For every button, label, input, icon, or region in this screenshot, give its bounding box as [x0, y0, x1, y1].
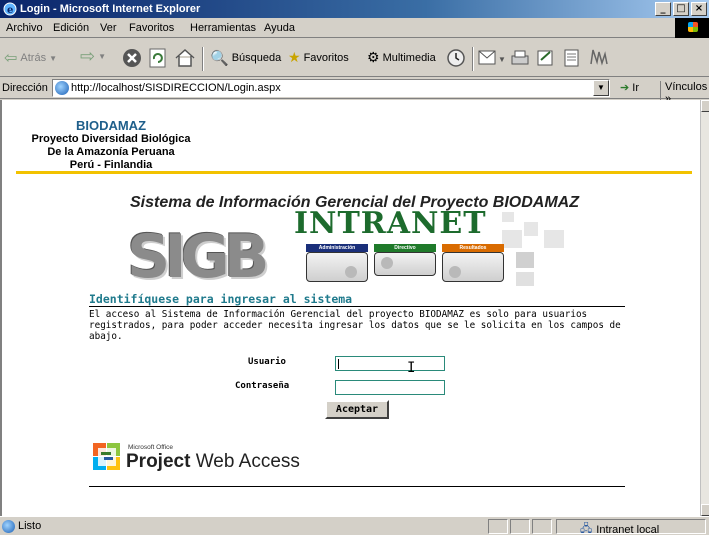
edit-icon[interactable]: [536, 48, 556, 68]
menu-ver[interactable]: Ver: [100, 22, 117, 34]
module-box-directivo[interactable]: [374, 252, 436, 276]
org-line-2: De la Amazonía Peruana: [47, 146, 175, 158]
module-tab-directivo[interactable]: Directivo: [374, 244, 436, 252]
address-input[interactable]: http://localhost/SISDIRECCION/Login.aspx…: [52, 79, 610, 97]
svg-text:e: e: [7, 5, 13, 16]
menu-herramientas[interactable]: Herramientas: [190, 22, 256, 34]
menu-edicion[interactable]: Edición: [53, 22, 89, 34]
status-text: Listo: [18, 520, 42, 532]
org-line-1: Proyecto Diversidad Biológica: [31, 133, 191, 145]
forward-arrow-icon: ⇨: [80, 46, 96, 66]
search-icon: 🔍: [210, 50, 229, 67]
print-icon[interactable]: [510, 48, 530, 68]
text-caret: [338, 359, 339, 369]
close-button[interactable]: ×: [691, 2, 707, 16]
title-bar: e Login - Microsoft Internet Explorer _ …: [0, 0, 709, 18]
chevron-down-icon: ▼: [98, 52, 107, 61]
pwa-rest-text: Web Access: [190, 451, 300, 472]
discuss-icon[interactable]: [562, 48, 582, 68]
mail-icon[interactable]: ▼: [478, 48, 506, 68]
minimize-button[interactable]: _: [655, 2, 671, 16]
go-button[interactable]: ➔ Ir: [620, 81, 639, 94]
media-label: Multimedia: [382, 51, 436, 64]
pwa-small-text: Microsoft Office: [128, 444, 174, 451]
menu-archivo[interactable]: Archivo: [6, 22, 43, 34]
toolbar: ⇦ Atrás ▼ ⇨ ▼ 🔍 Búsqueda ★ Favoritos ⚙ M…: [0, 39, 709, 77]
search-label: Búsqueda: [231, 52, 282, 64]
svg-text:▼: ▼: [498, 55, 506, 64]
project-web-access-logo: Microsoft Office Project Web Access: [92, 440, 322, 476]
pwa-main-text: Project Web Access: [126, 451, 300, 473]
login-heading-rule: [89, 306, 625, 307]
module-tab-admin[interactable]: Administración: [306, 244, 368, 252]
menu-ayuda[interactable]: Ayuda: [264, 22, 295, 34]
address-url: http://localhost/SISDIRECCION/Login.aspx: [71, 82, 281, 94]
address-label: Dirección: [2, 82, 48, 94]
window-title: Login - Microsoft Internet Explorer: [20, 3, 201, 15]
sigb-logo-text: SIGB: [127, 222, 270, 292]
address-bar: Dirección http://localhost/SISDIRECCION/…: [0, 77, 709, 105]
intranet-zone-icon: 🖧: [580, 523, 593, 535]
search-button[interactable]: 🔍 Búsqueda: [210, 49, 281, 67]
back-label: Atrás: [20, 52, 47, 64]
scroll-down-icon[interactable]: [701, 504, 709, 516]
stop-icon[interactable]: [122, 48, 142, 68]
org-brand: BIODAMAZ: [75, 118, 147, 133]
favorites-label: Favoritos: [303, 51, 349, 64]
favorites-button[interactable]: ★ Favoritos: [288, 49, 349, 66]
security-zone: 🖧 Intranet local: [580, 520, 659, 535]
ie-icon: e: [3, 2, 17, 16]
module-tab-resultados[interactable]: Resultados: [442, 244, 504, 252]
browser-window: e Login - Microsoft Internet Explorer _ …: [0, 0, 709, 535]
org-header: BIODAMAZ Proyecto Diversidad Biológica D…: [16, 118, 206, 172]
submit-button[interactable]: Aceptar: [325, 400, 389, 419]
pwa-project-word: Project: [126, 451, 191, 472]
zone-label: Intranet local: [596, 523, 660, 535]
user-input[interactable]: [335, 356, 445, 371]
page-viewport: BIODAMAZ Proyecto Diversidad Biológica D…: [0, 100, 700, 516]
header-divider: [16, 171, 692, 174]
module-box-resultados[interactable]: [442, 252, 504, 282]
back-button[interactable]: ⇦ Atrás ▼: [4, 48, 57, 68]
module-box-admin[interactable]: [306, 252, 368, 282]
home-icon[interactable]: [174, 47, 196, 69]
media-icon: ⚙: [367, 49, 380, 65]
forward-button[interactable]: ⇨ ▼: [80, 46, 106, 67]
go-arrow-icon: ➔: [620, 82, 630, 94]
user-label: Usuario: [248, 357, 286, 367]
scroll-up-icon[interactable]: [701, 100, 709, 112]
footer-rule: [89, 486, 625, 487]
history-icon[interactable]: [446, 48, 466, 68]
chevron-down-icon: ▼: [49, 53, 58, 63]
menu-bar: Archivo Edición Ver Favoritos Herramient…: [0, 18, 709, 38]
password-input[interactable]: [335, 380, 445, 395]
login-intro: El acceso al Sistema de Información Gere…: [89, 309, 621, 342]
password-label: Contraseña: [235, 381, 290, 391]
links-label: Vínculos: [665, 81, 708, 93]
sigb-intranet-logo: SIGB INTRANET Administración Directivo R…: [122, 206, 582, 292]
intranet-title: INTRANET: [294, 206, 487, 241]
page-icon: [55, 81, 69, 95]
vertical-scrollbar[interactable]: [700, 100, 709, 516]
maximize-button[interactable]: □: [673, 2, 689, 16]
go-label: Ir: [632, 82, 640, 94]
page-status-icon: [2, 520, 15, 533]
messenger-icon[interactable]: [588, 46, 610, 68]
address-dropdown-icon[interactable]: ▼: [593, 80, 609, 96]
login-heading: Identifíquese para ingresar al sistema: [89, 292, 353, 306]
ibeam-cursor-icon: I: [407, 360, 416, 376]
media-button[interactable]: ⚙ Multimedia: [367, 49, 436, 66]
status-bar: Listo 🖧 Intranet local: [0, 516, 709, 535]
windows-logo-icon: [675, 18, 709, 38]
star-icon: ★: [288, 49, 301, 65]
office-project-icon: [93, 443, 120, 470]
refresh-icon[interactable]: [148, 48, 168, 68]
menu-favoritos[interactable]: Favoritos: [129, 22, 174, 34]
back-arrow-icon: ⇦: [4, 50, 18, 67]
